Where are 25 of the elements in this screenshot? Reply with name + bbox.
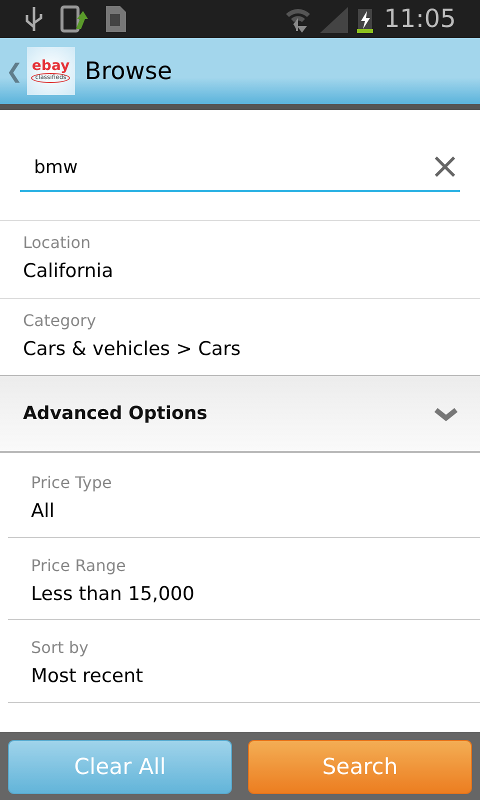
field-label: Location: [23, 232, 92, 254]
field-label: Price Range: [31, 554, 127, 576]
section-title: Advanced Options: [23, 402, 208, 426]
sim-card-icon: [104, 4, 128, 34]
form-field[interactable]: Price Type All: [8, 453, 480, 538]
field-value: Most recent: [31, 664, 144, 689]
clear-button[interactable]: ×: [430, 149, 460, 185]
logo-brand-text: ebay: [32, 59, 70, 73]
field-value: Less than 15,000: [31, 582, 196, 606]
field-label: Category: [23, 310, 98, 332]
form-field[interactable]: Price Range Less than 15,000: [8, 538, 480, 620]
phone-update-icon: [60, 5, 90, 33]
usb-icon: [24, 5, 44, 33]
field-value: All: [31, 499, 56, 524]
search-field[interactable]: bmw ×: [20, 148, 460, 192]
form-field[interactable]: Sort by Most recent: [8, 620, 480, 702]
field-label: Sort by: [31, 637, 90, 659]
form-field[interactable]: Location California: [0, 220, 480, 298]
signal-icon: [320, 5, 348, 33]
advanced-options-header[interactable]: Advanced Options: [0, 375, 480, 453]
field-value: California: [23, 259, 114, 284]
field-label: Price Type: [31, 472, 113, 494]
field-value: Cars & vehicles > Cars: [23, 336, 242, 362]
screen-title: Browse: [84, 56, 172, 87]
clock-time: 11:05: [384, 3, 456, 36]
